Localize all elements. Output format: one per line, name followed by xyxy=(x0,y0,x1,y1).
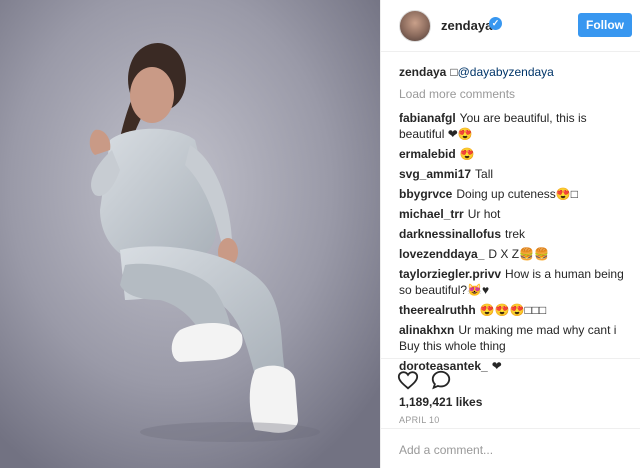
comment-text: Ur hot xyxy=(467,207,501,221)
comment-icon[interactable] xyxy=(430,369,452,391)
comment-text: 😍 xyxy=(459,147,475,161)
comment-username[interactable]: taylorziegler.privv xyxy=(399,267,501,281)
comment-username[interactable]: darknessinallofus xyxy=(399,227,501,241)
comment-item: bbygrvce Doing up cuteness😍□ xyxy=(399,186,635,202)
comment-text: Doing up cuteness😍□ xyxy=(456,187,578,201)
person-photo-illustration xyxy=(0,0,380,468)
comment-username[interactable]: lovezenddaya_ xyxy=(399,247,484,261)
add-comment-input[interactable] xyxy=(399,441,627,459)
caption-mention[interactable]: @dayabyzendaya xyxy=(458,65,554,79)
add-comment-bar xyxy=(381,428,640,468)
comment-username[interactable]: fabianafgl xyxy=(399,111,456,125)
comment-text: Tall xyxy=(475,167,494,181)
comment-username[interactable]: michael_trr xyxy=(399,207,464,221)
comment-text: 😍😍😍□□□ xyxy=(479,303,547,317)
comment-item: taylorziegler.privv How is a human being … xyxy=(399,266,635,298)
caption-text: □ xyxy=(450,65,458,79)
verified-badge-icon: ✓ xyxy=(489,17,502,30)
comment-username[interactable]: svg_ammi17 xyxy=(399,167,471,181)
comment-item: svg_ammi17 Tall xyxy=(399,166,635,182)
post-date: APRIL 10 xyxy=(399,415,440,425)
comment-username[interactable]: alinakhxn xyxy=(399,323,454,337)
comment-item: darknessinallofus trek xyxy=(399,226,635,242)
comments-list: zendaya □@dayabyzendaya Load more comment… xyxy=(399,64,635,378)
comment-item: theerealruthh 😍😍😍□□□ xyxy=(399,302,635,318)
post-details-panel: zendaya ✓ Follow zendaya □@dayabyzendaya … xyxy=(380,0,640,468)
comment-text: trek xyxy=(505,227,526,241)
comment-item: alinakhxn Ur making me mad why cant i Buy… xyxy=(399,322,635,354)
heart-icon[interactable] xyxy=(397,369,419,391)
comment-item: lovezenddaya_ D X Z🍔🍔 xyxy=(399,246,635,262)
post-header: zendaya ✓ Follow xyxy=(381,0,640,52)
comment-username[interactable]: ermalebid xyxy=(399,147,456,161)
comment-username[interactable]: theerealruthh xyxy=(399,303,476,317)
header-username[interactable]: zendaya xyxy=(441,18,492,33)
comment-text: D X Z🍔🍔 xyxy=(488,247,549,261)
comment-item: michael_trr Ur hot xyxy=(399,206,635,222)
follow-button[interactable]: Follow xyxy=(578,13,632,37)
post-photo[interactable] xyxy=(0,0,380,468)
likes-count[interactable]: 1,189,421 likes xyxy=(399,395,482,409)
caption-username[interactable]: zendaya xyxy=(399,65,446,79)
comment-item: fabianafgl You are beautiful, this is bea… xyxy=(399,110,635,142)
comment-username[interactable]: bbygrvce xyxy=(399,187,452,201)
comment-item: ermalebid 😍 xyxy=(399,146,635,162)
avatar[interactable] xyxy=(399,10,431,42)
caption: zendaya □@dayabyzendaya xyxy=(399,64,635,80)
load-more-comments[interactable]: Load more comments xyxy=(399,86,635,102)
